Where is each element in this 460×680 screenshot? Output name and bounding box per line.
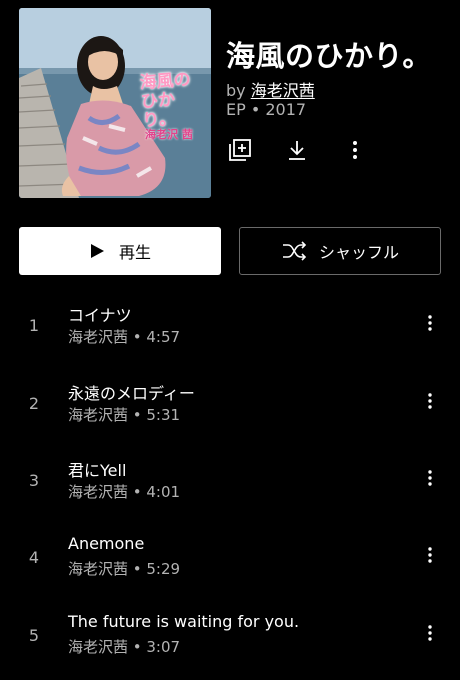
- track-row[interactable]: 4 Anemone 海老沢茜 • 5:29: [0, 530, 460, 594]
- album-screen: 海風のひかり。 海老沢 茜 海風のひかり。 by 海老沢茜 EP • 2017: [0, 0, 460, 680]
- download-button[interactable]: [283, 136, 311, 164]
- play-button-label: 再生: [118, 243, 151, 262]
- more-vert-icon: [428, 393, 432, 409]
- cover-title-lettering: 海風のひかり。: [139, 69, 192, 132]
- shuffle-button-label: シャッフル: [318, 243, 399, 262]
- shuffle-icon: [282, 241, 307, 261]
- track-row[interactable]: 1 コイナツ 海老沢茜 • 4:57: [0, 298, 460, 362]
- play-icon: [90, 244, 104, 258]
- play-button[interactable]: 再生: [19, 227, 221, 275]
- download-icon: [289, 141, 305, 160]
- track-subtitle: 海老沢茜 • 3:07: [68, 638, 181, 656]
- more-vert-icon: [353, 141, 357, 159]
- track-row[interactable]: 3 君にYell 海老沢茜 • 4:01: [0, 453, 460, 517]
- more-vert-icon: [428, 315, 432, 331]
- track-title: The future is waiting for you.: [68, 612, 300, 631]
- track-more-button[interactable]: [418, 466, 442, 490]
- track-more-button[interactable]: [418, 621, 442, 645]
- track-more-button[interactable]: [418, 543, 442, 567]
- track-subtitle: 海老沢茜 • 5:29: [68, 560, 181, 578]
- track-subtitle: 海老沢茜 • 4:01: [68, 483, 181, 501]
- track-title: Anemone: [68, 534, 145, 553]
- more-vert-icon: [428, 470, 432, 486]
- track-subtitle: 海老沢茜 • 5:31: [68, 406, 181, 424]
- track-number: 1: [28, 316, 40, 335]
- track-row[interactable]: 5 The future is waiting for you. 海老沢茜 • …: [0, 608, 460, 672]
- album-title: 海風のひかり。: [226, 39, 432, 73]
- track-more-button[interactable]: [418, 389, 442, 413]
- album-byline: by 海老沢茜: [226, 77, 315, 101]
- more-vert-icon: [428, 625, 432, 641]
- more-options-button[interactable]: [341, 136, 369, 164]
- track-number: 2: [28, 394, 40, 413]
- shuffle-button[interactable]: シャッフル: [239, 227, 441, 275]
- track-title: 君にYell: [68, 461, 127, 480]
- track-title: コイナツ: [68, 306, 132, 325]
- add-to-library-button[interactable]: [226, 136, 254, 164]
- album-meta: EP • 2017: [226, 100, 307, 119]
- album-cover-art[interactable]: 海風のひかり。 海老沢 茜: [19, 8, 211, 198]
- track-number: 3: [28, 471, 40, 490]
- artist-link[interactable]: 海老沢茜: [251, 81, 315, 100]
- track-number: 4: [28, 548, 40, 567]
- track-number: 5: [28, 626, 40, 645]
- track-row[interactable]: 2 永遠のメロディー 海老沢茜 • 5:31: [0, 376, 460, 440]
- cover-artist-lettering: 海老沢 茜: [145, 128, 193, 141]
- library-add-icon: [229, 139, 251, 161]
- track-title: 永遠のメロディー: [68, 384, 195, 403]
- more-vert-icon: [428, 547, 432, 563]
- track-subtitle: 海老沢茜 • 4:57: [68, 328, 181, 346]
- byline-prefix: by: [226, 81, 246, 100]
- track-more-button[interactable]: [418, 311, 442, 335]
